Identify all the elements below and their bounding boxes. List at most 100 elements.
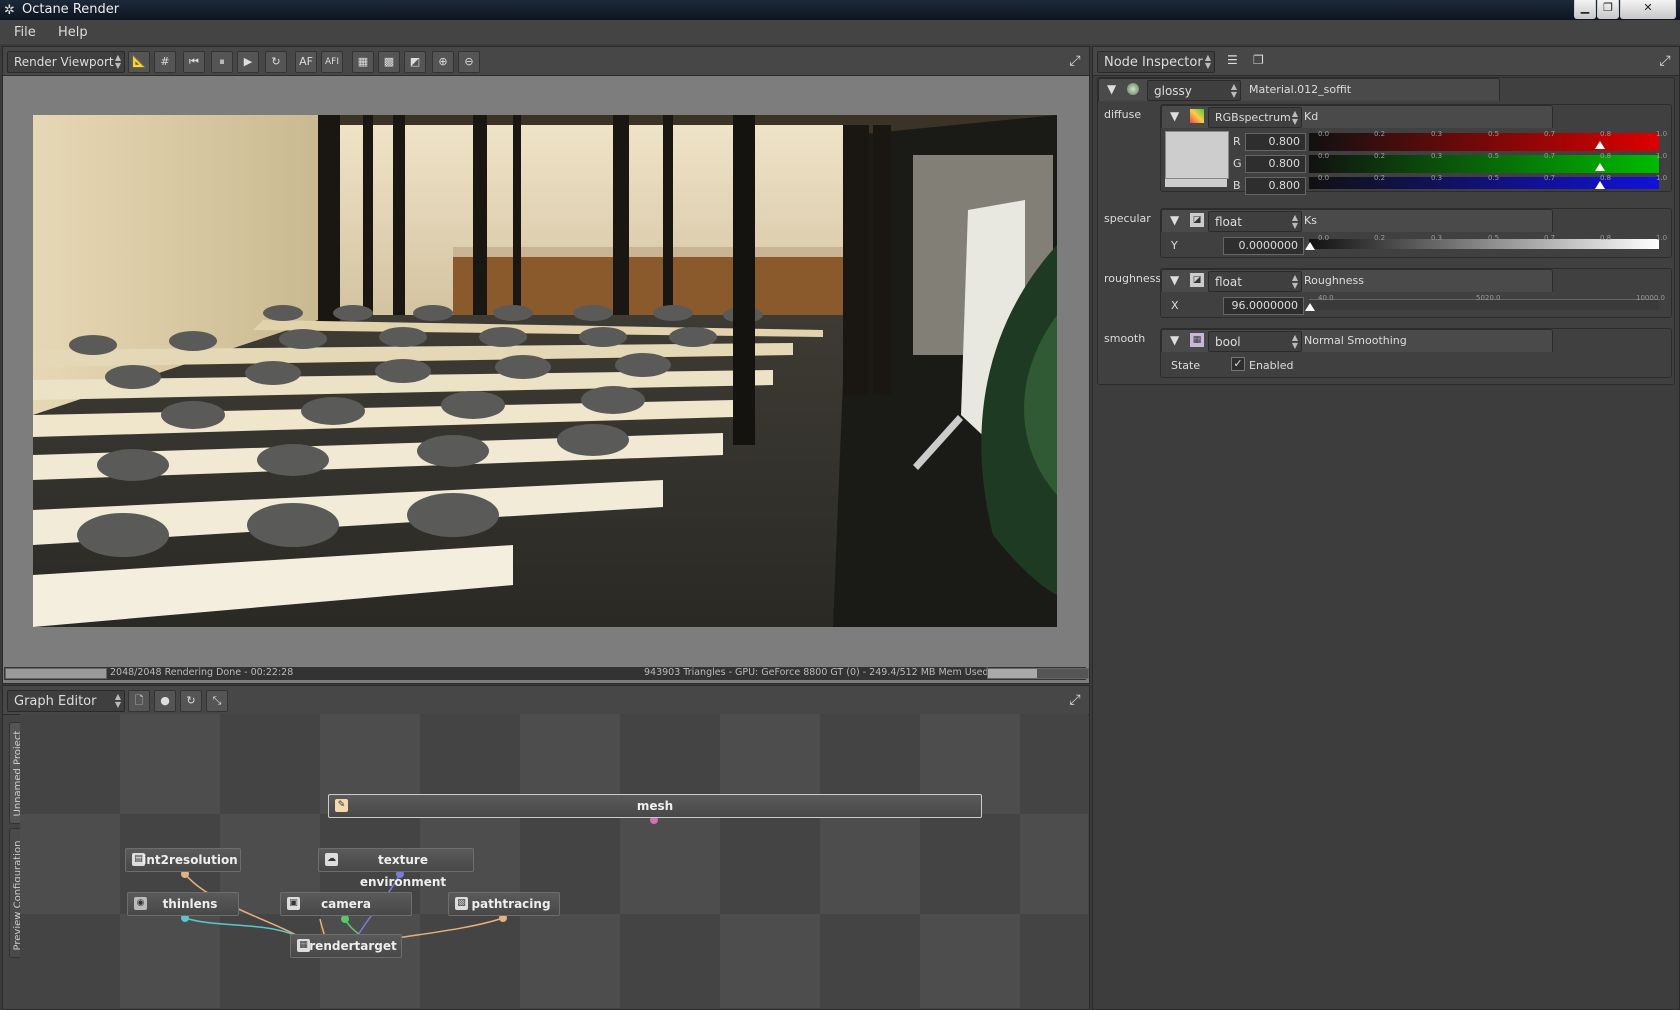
b-scale: 0.0 0.2 0.3 0.5 0.7 0.8 1.0 xyxy=(1318,174,1668,184)
expand-all-icon[interactable]: ❐ xyxy=(1253,53,1269,69)
material-section: ▼ glossy ▲ ▼ Material.012_soffit diffuse … xyxy=(1097,77,1675,385)
node-mesh[interactable]: ✎ mesh xyxy=(328,794,982,818)
maximize-graph-icon[interactable]: ⤢ xyxy=(1067,692,1083,708)
zoom-in-icon[interactable]: ⊕ xyxy=(432,51,454,73)
minimize-button[interactable]: ▁ xyxy=(1574,0,1596,19)
smooth-state-label: State xyxy=(1171,359,1201,372)
smooth-checkbox[interactable]: ✓ xyxy=(1231,357,1245,371)
alpha-icon[interactable]: ◩ xyxy=(404,51,426,73)
render-progress-bar xyxy=(5,668,107,679)
node-texture-environment[interactable]: ☁ texture environment xyxy=(318,848,474,889)
autofocus-iter-button[interactable]: AFI xyxy=(321,51,343,73)
smooth-state-value: Enabled xyxy=(1249,359,1294,372)
diffuse-color-swatch[interactable] xyxy=(1165,131,1229,179)
collapse-triangle-icon[interactable]: ▼ xyxy=(1170,273,1179,287)
roughness-axis-label: X xyxy=(1171,299,1179,312)
scale-label: 5020.0 xyxy=(1476,294,1501,302)
b-value-input[interactable]: 0.800 xyxy=(1245,177,1306,195)
render-image[interactable] xyxy=(33,115,1057,627)
g-slider-handle[interactable] xyxy=(1595,163,1605,171)
smooth-type-label: bool xyxy=(1215,335,1241,349)
graph-canvas[interactable]: ✎ mesh ▤ int2resolution ☁ texture enviro… xyxy=(20,714,1088,1008)
diffuse-type-label: RGBspectrum xyxy=(1215,111,1291,124)
node-texture-environment-label: texture environment xyxy=(359,853,447,889)
viewport-selector[interactable]: Render Viewport ▲ ▼ xyxy=(7,51,125,73)
roughness-label: roughness xyxy=(1104,272,1162,285)
checker-icon[interactable]: ▩ xyxy=(378,51,400,73)
updown-arrow-icon: ▲ ▼ xyxy=(1204,53,1211,70)
scale-label: 0.3 xyxy=(1431,234,1443,242)
updown-arrow-icon: ▲ ▼ xyxy=(114,692,121,709)
scale-label: 0.8 xyxy=(1600,234,1612,242)
node-camera[interactable]: ▣ camera xyxy=(280,892,412,916)
smooth-header: ▼ ▦ bool ▲ ▼ Normal Smoothing xyxy=(1161,329,1553,352)
node-inspector-selector[interactable]: Node Inspector ▲ ▼ xyxy=(1097,51,1215,73)
scale-label: 0.5 xyxy=(1488,130,1500,138)
collapse-triangle-icon[interactable]: ▼ xyxy=(1170,109,1179,123)
node-rendertarget-label: rendertarget xyxy=(309,939,397,953)
specular-type-selector[interactable]: float ▲ ▼ xyxy=(1208,211,1302,232)
node-pathtracing[interactable]: ▧ pathtracing xyxy=(448,892,560,916)
specular-slider-handle[interactable] xyxy=(1305,242,1315,250)
node-thinlens[interactable]: ◉ thinlens xyxy=(127,892,239,916)
material-node-icon[interactable]: ● xyxy=(154,690,176,712)
r-slider-handle[interactable] xyxy=(1595,141,1605,149)
menu-file[interactable]: File xyxy=(14,25,36,40)
restore-button[interactable]: ❐ xyxy=(1597,0,1619,19)
maximize-inspector-icon[interactable]: ⤢ xyxy=(1657,53,1673,69)
specular-label: specular xyxy=(1104,212,1151,225)
close-button[interactable]: ✕ xyxy=(1620,0,1676,19)
smooth-label: smooth xyxy=(1104,332,1146,345)
play-icon[interactable]: ▶ xyxy=(237,51,259,73)
specular-value-input[interactable]: 0.0000000 xyxy=(1223,237,1304,255)
diffuse-type-selector[interactable]: RGBspectrum ▲ ▼ xyxy=(1208,107,1302,128)
specular-axis-label: Y xyxy=(1171,239,1178,252)
roughness-slider-handle[interactable] xyxy=(1305,303,1315,311)
diffuse-color-swatch-bar xyxy=(1165,179,1227,187)
specular-name: Ks xyxy=(1304,214,1317,227)
load-graph-icon[interactable]: 🗋 xyxy=(128,690,150,712)
specular-header: ▼ ◪ float ▲ ▼ Ks xyxy=(1161,209,1553,232)
node-camera-label: camera xyxy=(321,897,371,911)
material-name: Material.012_soffit xyxy=(1249,83,1352,96)
autofocus-button[interactable]: AF xyxy=(295,51,317,73)
scale-label: 0.2 xyxy=(1374,234,1386,242)
scale-label: 40.0 xyxy=(1318,294,1334,302)
menu-help[interactable]: Help xyxy=(58,25,88,40)
collapse-all-icon[interactable]: ☰ xyxy=(1227,53,1243,69)
ruler-icon[interactable]: 📐 xyxy=(128,51,150,73)
material-type-selector[interactable]: glossy ▲ ▼ xyxy=(1147,80,1241,101)
window-title: Octane Render xyxy=(22,2,120,17)
scale-label: 1.0 xyxy=(1656,174,1668,182)
scale-label: 0.7 xyxy=(1544,174,1556,182)
node-rendertarget[interactable]: ▦ rendertarget xyxy=(290,934,402,958)
collapse-triangle-icon[interactable]: ▼ xyxy=(1170,333,1179,347)
zoom-out-icon[interactable]: ⊖ xyxy=(458,51,480,73)
refresh-icon[interactable]: ↻ xyxy=(265,51,287,73)
pause-icon[interactable]: ⏸ xyxy=(211,51,233,73)
roughness-value-input[interactable]: 96.0000000 xyxy=(1223,297,1304,315)
g-value-input[interactable]: 0.800 xyxy=(1245,155,1306,173)
node-int2resolution[interactable]: ▤ int2resolution xyxy=(125,848,241,872)
collapse-triangle-icon[interactable]: ▼ xyxy=(1170,213,1179,227)
scale-label: 1.0 xyxy=(1656,152,1668,160)
roughness-name: Roughness xyxy=(1304,274,1365,287)
collapse-triangle-icon[interactable]: ▼ xyxy=(1107,82,1116,96)
region-icon[interactable]: ▦ xyxy=(352,51,374,73)
b-channel-label: B xyxy=(1233,179,1241,192)
reload-graph-icon[interactable]: ↻ xyxy=(180,690,202,712)
layout-graph-icon[interactable]: ⤡ xyxy=(206,690,228,712)
maximize-viewport-icon[interactable]: ⤢ xyxy=(1067,53,1083,69)
node-thinlens-label: thinlens xyxy=(162,897,218,911)
scale-label: 0.3 xyxy=(1431,130,1443,138)
node-inspector-panel: Node Inspector ▲ ▼ ☰ ❐ ⤢ ▼ glossy ▲ ▼ Mate… xyxy=(1092,46,1680,1010)
graph-editor-selector[interactable]: Graph Editor ▲ ▼ xyxy=(7,690,125,712)
roughness-type-selector[interactable]: float ▲ ▼ xyxy=(1208,271,1302,292)
roughness-type-label: float xyxy=(1215,275,1242,289)
material-sphere-icon xyxy=(1127,83,1139,95)
grid-icon[interactable]: # xyxy=(154,51,176,73)
rewind-icon[interactable]: ⏮ xyxy=(183,51,205,73)
smooth-type-selector[interactable]: bool ▲ ▼ xyxy=(1208,331,1302,352)
updown-arrow-icon: ▲ ▼ xyxy=(1291,333,1298,350)
r-value-input[interactable]: 0.800 xyxy=(1245,133,1306,151)
